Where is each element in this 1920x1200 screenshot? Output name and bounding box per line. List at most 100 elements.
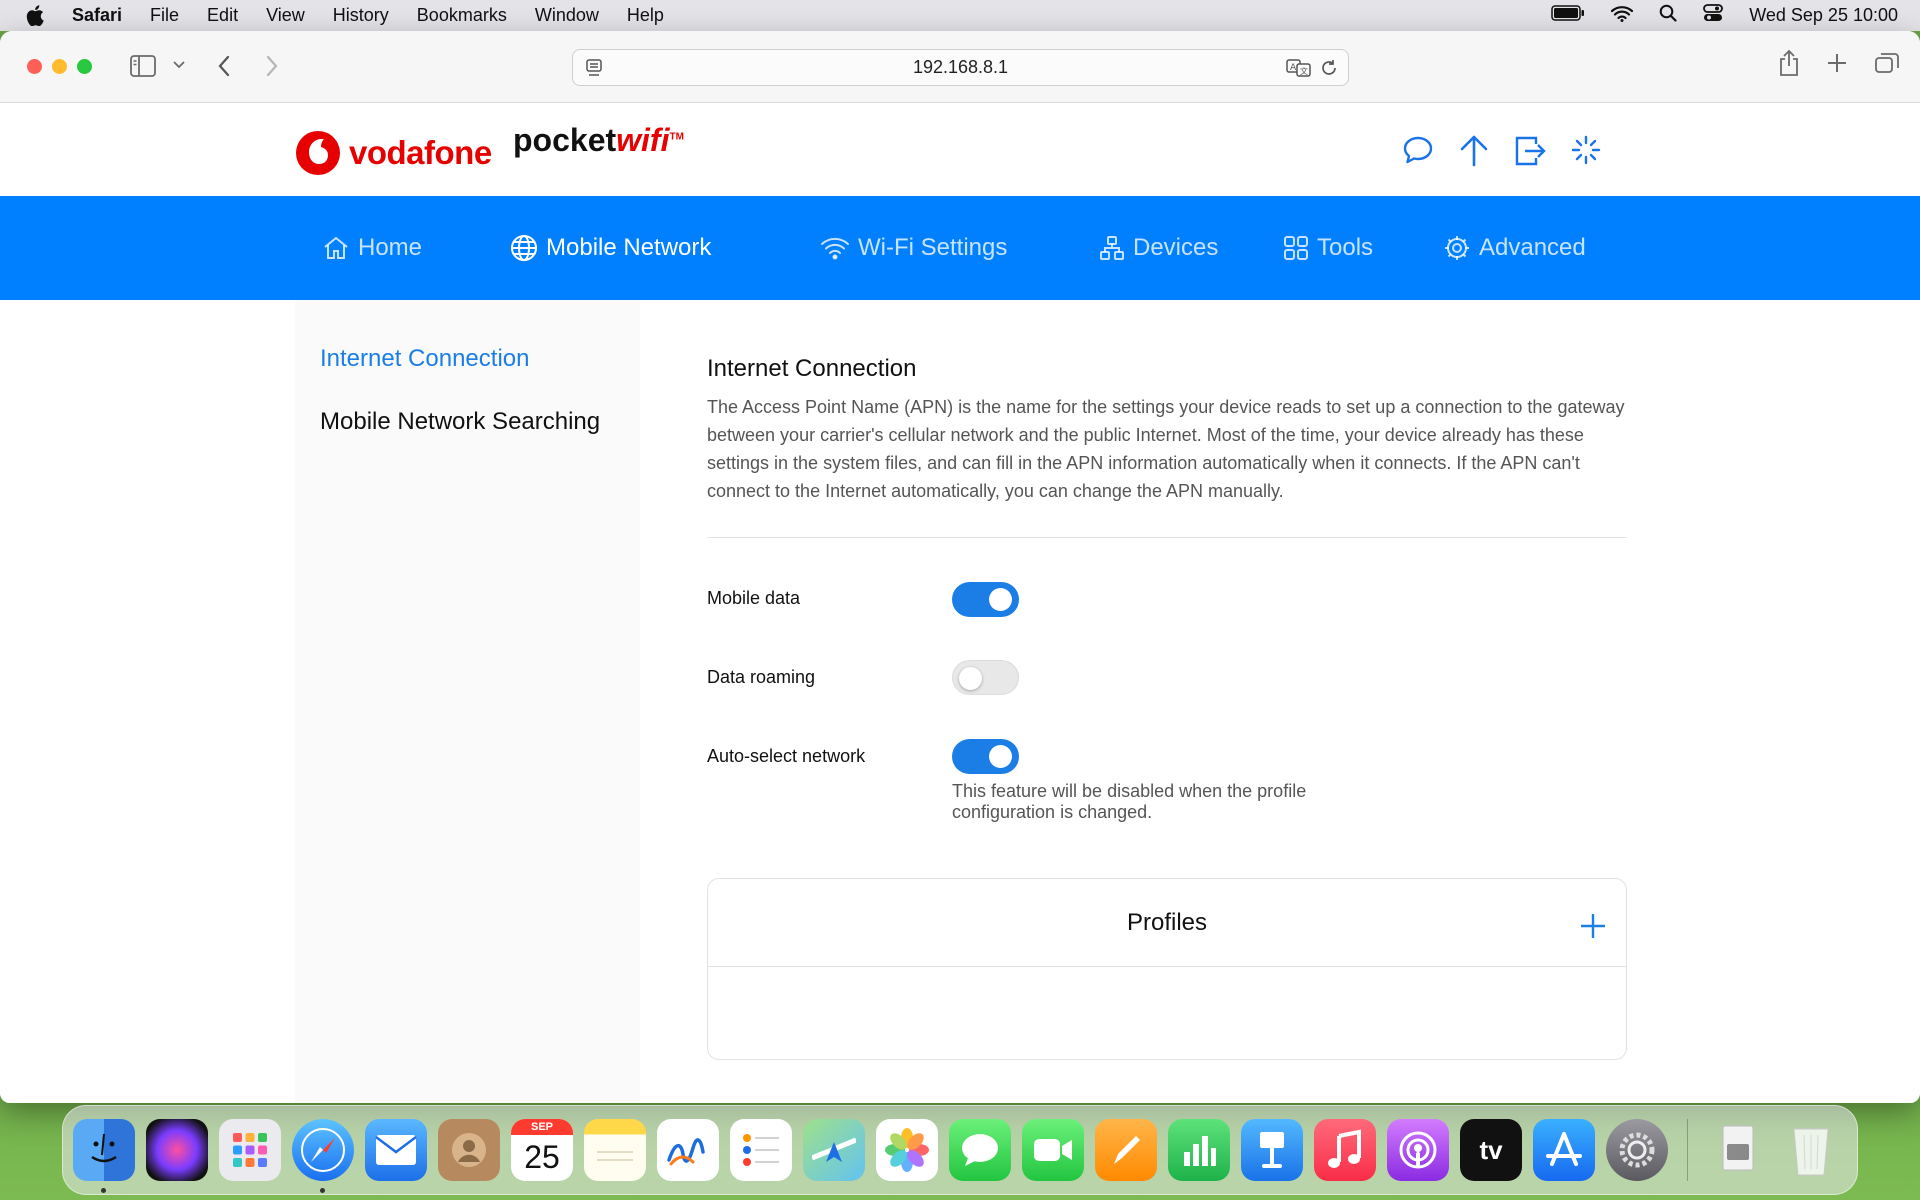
data-roaming-toggle[interactable] — [952, 660, 1019, 695]
tv-app-icon[interactable]: tv — [1460, 1119, 1522, 1181]
trash-icon[interactable] — [1780, 1119, 1842, 1181]
toggle-knob — [989, 588, 1012, 611]
notes-app-icon[interactable] — [584, 1119, 646, 1181]
sidebar-toggle-icon[interactable] — [130, 55, 156, 77]
chevron-down-icon[interactable] — [173, 61, 185, 69]
profiles-header: Profiles — [708, 879, 1626, 967]
minimize-window-button[interactable] — [52, 59, 67, 74]
messages-icon[interactable] — [1400, 132, 1436, 168]
menubar-clock[interactable]: Wed Sep 25 10:00 — [1749, 5, 1898, 26]
auto-select-network-toggle[interactable] — [952, 739, 1019, 774]
page-settings-icon[interactable] — [585, 58, 603, 83]
add-profile-plus-icon[interactable] — [1578, 911, 1608, 941]
close-window-button[interactable] — [27, 59, 42, 74]
update-arrow-icon[interactable] — [1456, 132, 1492, 168]
safari-app-icon[interactable] — [292, 1119, 354, 1193]
apple-menu-icon[interactable] — [0, 5, 70, 26]
nav-home[interactable]: Home — [322, 234, 422, 262]
control-center-icon[interactable] — [1703, 4, 1724, 27]
menu-history[interactable]: History — [319, 5, 403, 26]
logout-icon[interactable] — [1512, 132, 1548, 168]
launchpad-app-icon[interactable] — [219, 1119, 281, 1181]
auto-select-network-label: Auto-select network — [707, 746, 866, 766]
router-admin-page: vodafone pocketwifiTM Home Mobile Networ… — [0, 104, 1920, 1103]
content-area: Internet Connection Mobile Network Searc… — [0, 300, 1920, 1103]
apn-description: The Access Point Name (APN) is the name … — [707, 397, 1625, 501]
dock: SEP 25 tv — [62, 1105, 1858, 1195]
nav-wifi-settings[interactable]: Wi-Fi Settings — [820, 234, 1007, 262]
globe-icon — [511, 235, 537, 261]
menu-help[interactable]: Help — [613, 5, 678, 26]
numbers-app-icon[interactable] — [1168, 1119, 1230, 1181]
battery-icon[interactable] — [1551, 5, 1585, 26]
forward-arrow-icon[interactable] — [265, 55, 279, 77]
running-indicator — [101, 1188, 106, 1193]
mail-app-icon[interactable] — [365, 1119, 427, 1181]
menu-view[interactable]: View — [252, 5, 319, 26]
reminders-app-icon[interactable] — [730, 1119, 792, 1181]
zoom-window-button[interactable] — [77, 59, 92, 74]
menu-file[interactable]: File — [136, 5, 193, 26]
messages-app-icon[interactable] — [949, 1119, 1011, 1181]
calendar-month: SEP — [511, 1119, 573, 1135]
siri-app-icon[interactable] — [146, 1119, 208, 1181]
side-menu-internet-connection[interactable]: Internet Connection — [320, 345, 529, 373]
pages-app-icon[interactable] — [1095, 1119, 1157, 1181]
app-store-app-icon[interactable] — [1533, 1119, 1595, 1181]
devices-icon — [1100, 236, 1124, 260]
pocketwifi-logo: pocketwifiTM — [513, 122, 684, 159]
side-menu-mobile-network-searching[interactable]: Mobile Network Searching — [320, 408, 600, 436]
nav-mobile-network[interactable]: Mobile Network — [510, 234, 711, 262]
menu-bar: Safari File Edit View History Bookmarks … — [0, 0, 1920, 31]
tab-overview-icon[interactable] — [1874, 49, 1900, 82]
reload-icon[interactable] — [1320, 58, 1338, 83]
nav-advanced[interactable]: Advanced — [1443, 234, 1586, 262]
downloads-stack-icon[interactable] — [1707, 1119, 1769, 1181]
keynote-app-icon[interactable] — [1241, 1119, 1303, 1181]
calendar-app-icon[interactable]: SEP 25 — [511, 1119, 573, 1181]
nav-devices-label: Devices — [1133, 234, 1219, 261]
nav-home-label: Home — [358, 234, 423, 261]
music-app-icon[interactable] — [1314, 1119, 1376, 1181]
system-settings-app-icon[interactable] — [1606, 1119, 1668, 1181]
vodafone-logo: vodafone — [295, 130, 492, 176]
facetime-app-icon[interactable] — [1022, 1119, 1084, 1181]
address-bar[interactable]: 192.168.8.1 A文 — [572, 49, 1349, 86]
contacts-app-icon[interactable] — [438, 1119, 500, 1181]
gear-icon — [1445, 236, 1469, 260]
main-navigation: Home Mobile Network Wi-Fi Settings Devic… — [0, 196, 1920, 300]
podcasts-app-icon[interactable] — [1387, 1119, 1449, 1181]
back-arrow-icon[interactable] — [217, 55, 231, 77]
home-icon — [324, 236, 348, 259]
menu-app-name[interactable]: Safari — [70, 5, 136, 26]
section-title: Internet Connection — [707, 355, 917, 382]
finder-app-icon[interactable] — [73, 1119, 135, 1193]
menu-edit[interactable]: Edit — [193, 5, 252, 26]
vodafone-wordmark: vodafone — [349, 134, 492, 171]
maps-app-icon[interactable] — [803, 1119, 865, 1181]
browser-toolbar: 192.168.8.1 A文 — [0, 31, 1920, 103]
menu-bookmarks[interactable]: Bookmarks — [403, 5, 521, 26]
window-controls — [27, 59, 92, 74]
share-icon[interactable] — [1778, 49, 1800, 82]
nav-devices[interactable]: Devices — [1099, 234, 1218, 262]
wifi-status-icon[interactable] — [1611, 5, 1634, 27]
mobile-data-toggle[interactable] — [952, 582, 1019, 617]
brand-header: vodafone pocketwifiTM — [0, 104, 1920, 196]
pocket-wordmark: pocket — [513, 122, 617, 158]
vodafone-speechmark-icon — [296, 131, 340, 175]
nav-tools-label: Tools — [1317, 234, 1374, 261]
url-text[interactable]: 192.168.8.1 — [913, 57, 1008, 78]
menu-window[interactable]: Window — [521, 5, 613, 26]
svg-text:文: 文 — [1300, 66, 1308, 76]
nav-tools[interactable]: Tools — [1283, 234, 1373, 262]
new-tab-icon[interactable] — [1826, 49, 1848, 82]
toggle-knob — [989, 745, 1012, 768]
wifi-wordmark: wifi — [616, 122, 670, 158]
photos-app-icon[interactable] — [876, 1119, 938, 1181]
spotlight-search-icon[interactable] — [1659, 4, 1677, 27]
dock-separator — [1687, 1119, 1688, 1181]
translate-icon[interactable]: A文 — [1286, 58, 1312, 83]
freeform-app-icon[interactable] — [657, 1119, 719, 1181]
tools-grid-icon — [1284, 236, 1308, 260]
